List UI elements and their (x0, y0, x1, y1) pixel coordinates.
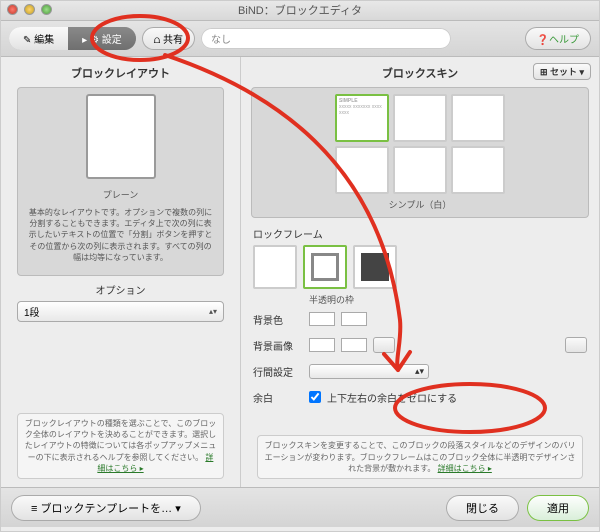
bgimage-row: 背景画像 (253, 336, 587, 354)
line-label: 行間設定 (253, 364, 303, 379)
bgimage-tiling-button[interactable] (565, 337, 587, 353)
layout-panel: ブロックレイアウト プレーン 基本的なレイアウトです。オプションで複数の列に分割… (1, 57, 241, 487)
settings-mode-button[interactable]: ▸ ⚙ 設定 (68, 27, 136, 50)
set-button[interactable]: ⊞ セット ▾ (533, 63, 591, 80)
skin-thumb-4[interactable] (335, 146, 389, 194)
frame-thumb-3[interactable] (353, 245, 397, 289)
skin-caption: シンプル（白） (258, 198, 582, 211)
columns-dropdown-value: 1段 (24, 304, 40, 319)
skin-help-link[interactable]: 詳細はこちら ▸ (438, 464, 492, 473)
line-dropdown[interactable]: ▴▾ (309, 364, 429, 379)
zero-margin-checkbox[interactable] (309, 391, 321, 403)
mode-segmented-control: ✎ 編集 ▸ ⚙ 設定 (9, 27, 136, 50)
window-title: BiND：ブロックエディタ (238, 5, 362, 17)
share-value-field[interactable]: なし (201, 28, 451, 49)
chevron-updown-icon: ▴▾ (415, 366, 424, 377)
bgcolor-swatch[interactable] (309, 312, 335, 326)
skin-thumb-6[interactable] (451, 146, 505, 194)
frame-thumbnails (253, 245, 591, 289)
close-button[interactable]: 閉じる (446, 495, 519, 521)
layout-thumbnail[interactable] (86, 94, 156, 179)
frame-label: ロックフレーム (253, 226, 591, 241)
zoom-icon[interactable] (41, 4, 52, 15)
bgimage-swatch-2[interactable] (341, 338, 367, 352)
block-template-button[interactable]: ≡ ブロックテンプレートを… ▾ (11, 495, 201, 521)
zero-margin-checkbox-label: 上下左右の余白をゼロにする (327, 390, 457, 405)
apply-button[interactable]: 適用 (527, 495, 589, 521)
bgimage-browse-button[interactable] (373, 337, 395, 353)
frame-caption: 半透明の枠 (309, 293, 591, 306)
skin-panel-title: ブロックスキン ⊞ セット ▾ (249, 65, 591, 81)
skin-thumb-5[interactable] (393, 146, 447, 194)
layout-thumbnail-caption: プレーン (24, 188, 217, 201)
help-button[interactable]: ❓ヘルプ (525, 27, 591, 50)
skin-panel: ブロックスキン ⊞ セット ▾ SIMPLExxxxx xxxxxxx xxxx… (241, 57, 599, 487)
skin-help-text: ブロックスキンを変更することで、このブロックの段落スタイルなどのデザインのバリエ… (257, 435, 583, 479)
layout-description: 基本的なレイアウトです。オプションで複数の列に分割することもできます。エディタ上… (24, 201, 217, 269)
chevron-updown-icon: ▴▾ (209, 307, 217, 316)
toolbar: ✎ 編集 ▸ ⚙ 設定 ⩍ 共有 なし ❓ヘルプ (1, 21, 599, 57)
frame-thumb-2[interactable] (303, 245, 347, 289)
footer: ≡ ブロックテンプレートを… ▾ 閉じる 適用 (1, 487, 599, 527)
close-icon[interactable] (7, 4, 18, 15)
skin-thumb-2[interactable] (393, 94, 447, 142)
content: ブロックレイアウト プレーン 基本的なレイアウトです。オプションで複数の列に分割… (1, 57, 599, 487)
layout-help-text: ブロックレイアウトの種類を選ぶことで、このブロック全体のレイアウトを決めることが… (17, 413, 224, 479)
bgcolor-swatch-2[interactable] (341, 312, 367, 326)
minimize-icon[interactable] (24, 4, 35, 15)
bgcolor-label: 背景色 (253, 312, 303, 327)
layout-panel-title: ブロックレイアウト (9, 65, 232, 81)
columns-dropdown[interactable]: 1段 ▴▾ (17, 301, 224, 322)
margin-label: 余白 (253, 390, 303, 405)
share-button[interactable]: ⩍ 共有 (142, 27, 195, 50)
frame-thumb-1[interactable] (253, 245, 297, 289)
window: BiND：ブロックエディタ ✎ 編集 ▸ ⚙ 設定 ⩍ 共有 なし ❓ヘルプ ブ… (0, 0, 600, 532)
layout-preview-box: プレーン 基本的なレイアウトです。オプションで複数の列に分割することもできます。… (17, 87, 224, 276)
bgimage-label: 背景画像 (253, 338, 303, 353)
skin-thumbnails: SIMPLExxxxx xxxxxxx xxxx xxxx シンプル（白） (251, 87, 589, 218)
line-row: 行間設定 ▴▾ (253, 362, 587, 380)
option-label: オプション (17, 282, 224, 297)
bgimage-swatch[interactable] (309, 338, 335, 352)
edit-mode-button[interactable]: ✎ 編集 (9, 27, 68, 50)
margin-row: 余白 上下左右の余白をゼロにする (253, 388, 587, 406)
window-titlebar: BiND：ブロックエディタ (1, 1, 599, 21)
skin-thumb-simple[interactable]: SIMPLExxxxx xxxxxxx xxxx xxxx (335, 94, 389, 142)
traffic-lights (7, 4, 52, 15)
bgcolor-row: 背景色 (253, 310, 587, 328)
skin-thumb-3[interactable] (451, 94, 505, 142)
